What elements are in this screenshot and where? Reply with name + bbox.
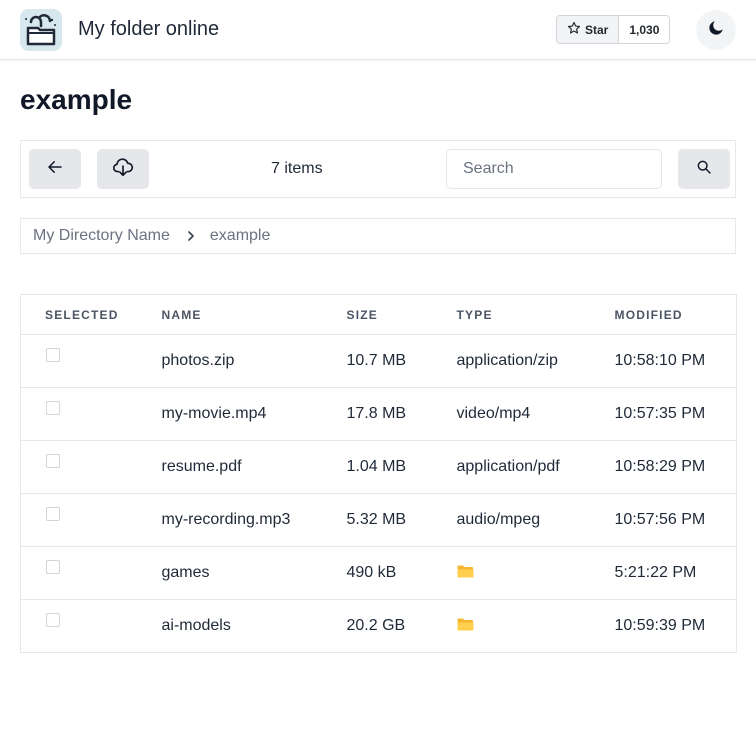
file-modified: 10:58:10 PM <box>614 334 737 388</box>
table-row[interactable]: my-recording.mp3 5.32 MB audio/mpeg 10:5… <box>20 493 737 547</box>
navbar: My folder online Star 1,030 <box>0 0 756 60</box>
file-table: SELECTED NAME SIZE TYPE MODIFIED photos.… <box>20 294 737 653</box>
star-icon <box>567 21 581 38</box>
breadcrumb: My Directory Name example <box>20 218 736 254</box>
file-type: audio/mpeg <box>456 493 615 547</box>
table-header-row: SELECTED NAME SIZE TYPE MODIFIED <box>20 294 737 335</box>
row-checkbox[interactable] <box>46 347 60 362</box>
page-title: example <box>20 84 133 115</box>
file-modified: 10:57:35 PM <box>614 387 737 441</box>
row-checkbox[interactable] <box>46 400 60 415</box>
star-count[interactable]: 1,030 <box>619 16 670 43</box>
file-modified: 10:57:56 PM <box>614 493 737 547</box>
chevron-right-icon <box>186 230 196 242</box>
file-size: 490 kB <box>346 546 457 600</box>
file-name[interactable]: resume.pdf <box>161 440 347 494</box>
star-label: Star <box>585 22 609 37</box>
file-type: video/mp4 <box>456 387 615 441</box>
file-name[interactable]: ai-models <box>162 600 347 653</box>
search-icon <box>696 159 712 180</box>
folder-icon <box>457 618 474 636</box>
column-header-modified[interactable]: MODIFIED <box>614 294 737 335</box>
file-size: 1.04 MB <box>346 440 457 494</box>
table-row[interactable]: my-movie.mp4 17.8 MB video/mp4 10:57:35 … <box>20 387 737 441</box>
table-row[interactable]: games 490 kB 5:21:22 PM <box>20 546 737 600</box>
folder-lock-logo-icon[interactable] <box>20 9 62 51</box>
row-checkbox[interactable] <box>46 612 60 627</box>
file-modified: 10:58:29 PM <box>614 440 737 494</box>
table-row[interactable]: ai-models 20.2 GB 10:59:39 PM <box>21 600 737 653</box>
theme-toggle-button[interactable] <box>696 10 736 50</box>
breadcrumb-root[interactable]: My Directory Name <box>33 227 170 245</box>
folder-icon <box>457 565 474 583</box>
file-name[interactable]: my-movie.mp4 <box>161 387 347 441</box>
cloud-download-icon <box>112 156 134 183</box>
column-header-selected[interactable]: SELECTED <box>20 294 162 335</box>
file-type-folder <box>456 546 615 600</box>
column-header-type[interactable]: TYPE <box>456 294 615 335</box>
file-size: 10.7 MB <box>346 334 457 388</box>
column-header-name[interactable]: NAME <box>161 294 347 335</box>
file-modified: 5:21:22 PM <box>614 546 737 600</box>
search-input[interactable] <box>446 149 662 189</box>
file-size: 17.8 MB <box>346 387 457 441</box>
file-type: application/zip <box>456 334 615 388</box>
items-count: 7 items <box>271 160 323 177</box>
search-button[interactable] <box>678 149 730 189</box>
column-header-size[interactable]: SIZE <box>346 294 457 335</box>
file-type: application/pdf <box>456 440 615 494</box>
breadcrumb-current[interactable]: example <box>210 227 270 245</box>
arrow-left-icon <box>46 158 64 181</box>
file-name[interactable]: photos.zip <box>161 334 347 388</box>
back-button[interactable] <box>29 149 81 189</box>
moon-icon <box>707 19 725 42</box>
file-name[interactable]: my-recording.mp3 <box>161 493 347 547</box>
row-checkbox[interactable] <box>46 559 60 574</box>
file-size: 20.2 GB <box>346 617 406 634</box>
star-button[interactable]: Star <box>557 16 620 43</box>
app-title[interactable]: My folder online <box>78 18 219 41</box>
row-checkbox[interactable] <box>46 506 60 521</box>
file-modified: 10:59:39 PM <box>614 617 706 634</box>
table-row[interactable]: photos.zip 10.7 MB application/zip 10:58… <box>20 334 737 388</box>
github-star-widget[interactable]: Star 1,030 <box>556 15 671 44</box>
toolbar: 7 items <box>20 140 736 198</box>
download-button[interactable] <box>97 149 149 189</box>
file-size: 5.32 MB <box>346 493 457 547</box>
file-name[interactable]: games <box>161 546 347 600</box>
file-type-folder <box>457 600 615 653</box>
table-row[interactable]: resume.pdf 1.04 MB application/pdf 10:58… <box>20 440 737 494</box>
row-checkbox[interactable] <box>46 453 60 468</box>
